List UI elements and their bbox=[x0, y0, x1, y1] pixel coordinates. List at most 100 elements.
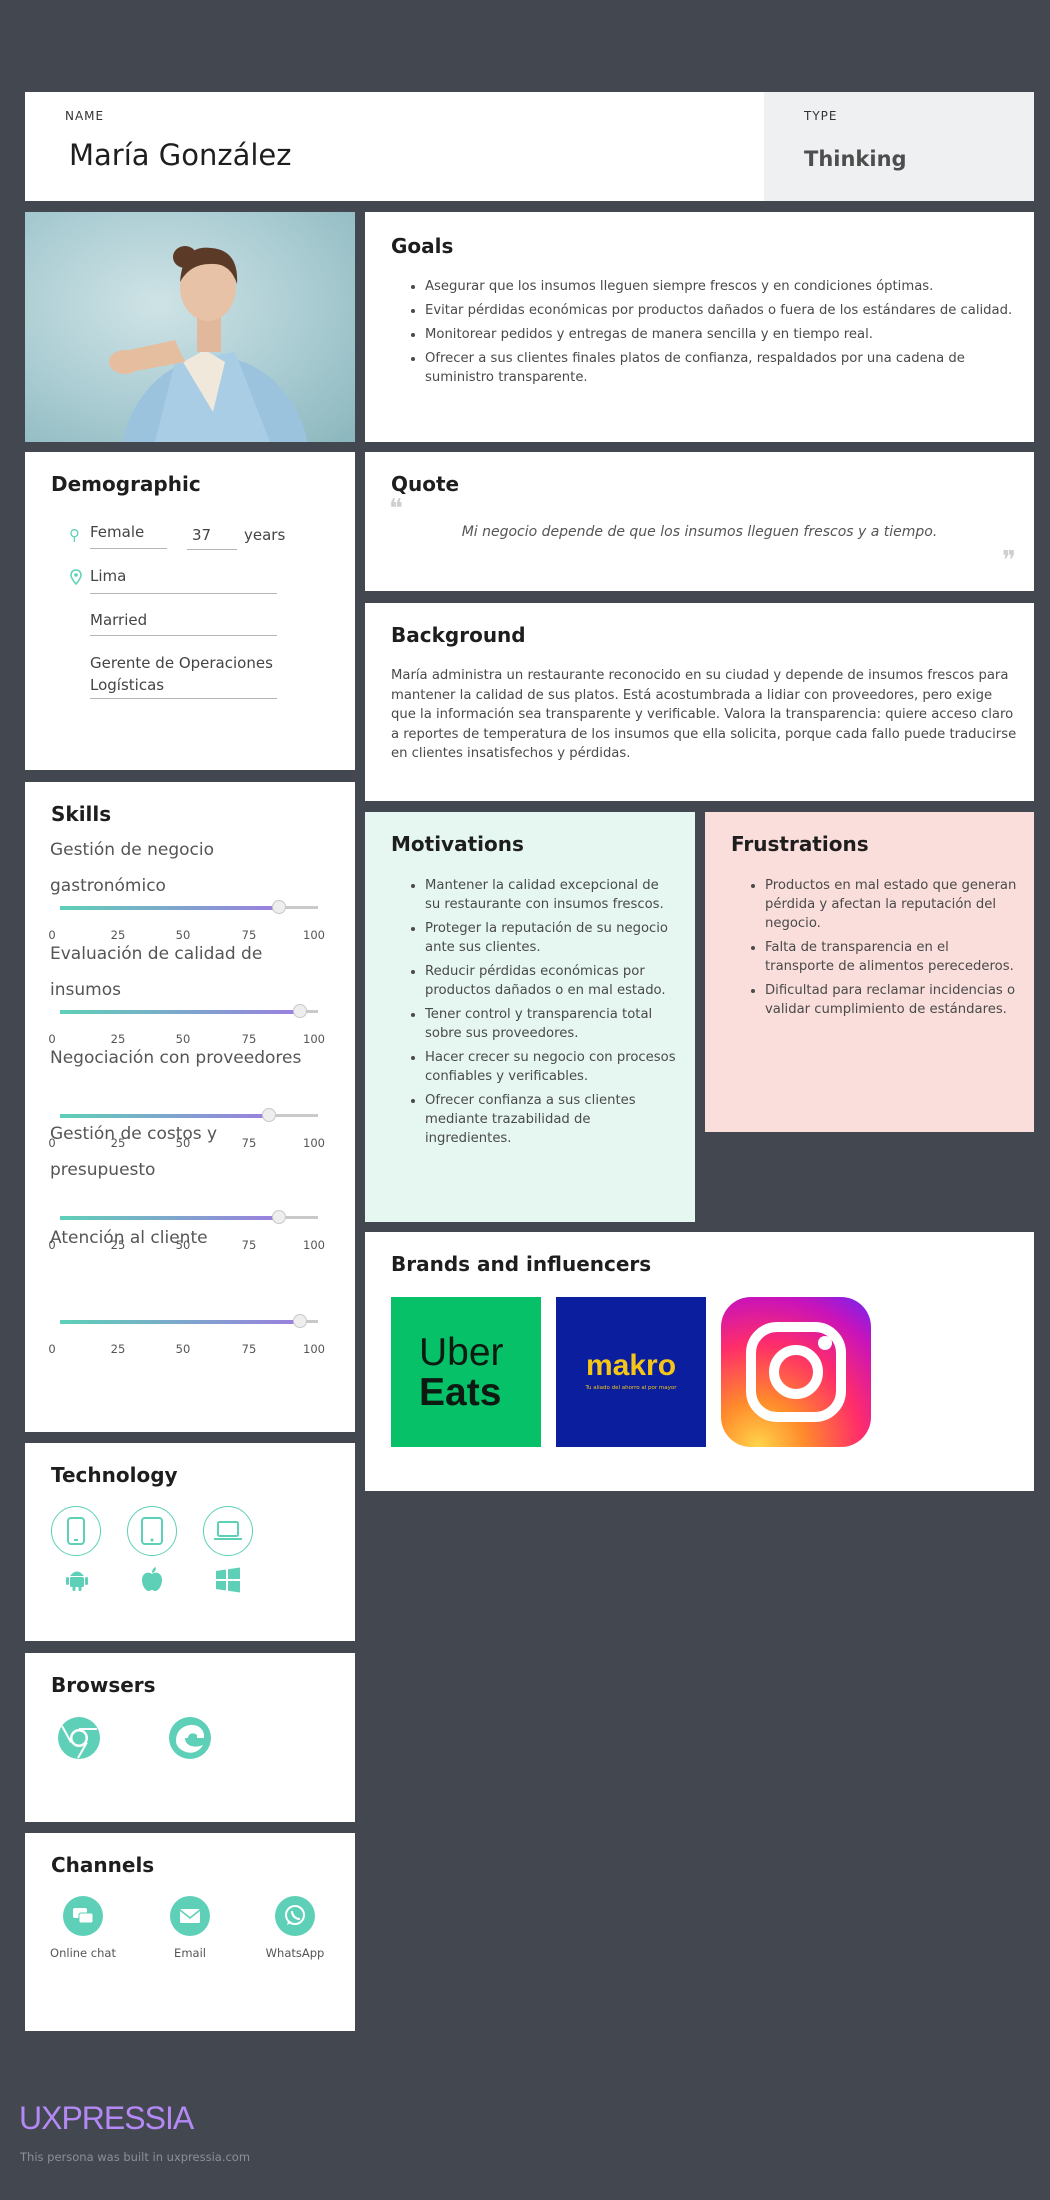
demographic-card: Demographic ⚲ Female 37 years Lima Marri… bbox=[25, 452, 355, 770]
whatsapp-channel[interactable]: WhatsApp bbox=[255, 1896, 335, 1960]
frustration-item: Falta de transparencia en el transporte … bbox=[765, 938, 1017, 976]
location-field[interactable]: Lima bbox=[90, 567, 126, 585]
skill-fill bbox=[60, 1215, 280, 1220]
online-chat-channel[interactable]: Online chat bbox=[43, 1896, 123, 1960]
age-unit: years bbox=[244, 526, 286, 544]
phone-icon[interactable] bbox=[51, 1506, 101, 1556]
channels-card: Channels Online chat Email WhatsApp bbox=[25, 1833, 355, 2031]
skill-label: Evaluación de calidad de insumos bbox=[50, 944, 263, 1000]
tick-label: 75 bbox=[241, 1342, 257, 1356]
motivation-item: Proteger la reputación de su negocio ant… bbox=[425, 919, 677, 957]
skill-item: Atención al cliente 0 25 50 75 100 bbox=[48, 1220, 350, 1360]
frustration-item: Dificultad para reclamar incidencias o v… bbox=[765, 981, 1017, 1019]
age-field[interactable]: 37 bbox=[192, 526, 211, 544]
age-underline bbox=[187, 549, 237, 550]
quote-title: Quote bbox=[391, 472, 460, 496]
status-underline bbox=[90, 635, 277, 636]
uber-eats-line1: Uber bbox=[419, 1331, 504, 1374]
channel-label: Email bbox=[174, 1946, 206, 1960]
tick-label: 50 bbox=[175, 1342, 191, 1356]
gender-icon: ⚲ bbox=[69, 526, 80, 544]
goals-title: Goals bbox=[391, 234, 454, 258]
motivations-card: Motivations Mantener la calidad excepcio… bbox=[365, 812, 695, 1222]
goal-item: Ofrecer a sus clientes finales platos de… bbox=[425, 349, 1021, 387]
skill-label: Negociación con proveedores bbox=[50, 1048, 302, 1068]
tick-label: 100 bbox=[303, 1342, 325, 1356]
motivations-title: Motivations bbox=[391, 832, 524, 856]
chat-icon bbox=[63, 1896, 103, 1936]
skill-slider-handle[interactable] bbox=[292, 1314, 307, 1328]
gender-underline bbox=[90, 548, 167, 549]
quote-text: Mi negocio depende de que los insumos ll… bbox=[461, 524, 938, 540]
goal-item: Asegurar que los insumos lleguen siempre… bbox=[425, 277, 1021, 296]
tick-label: 0 bbox=[48, 1342, 56, 1356]
laptop-icon[interactable] bbox=[203, 1506, 253, 1556]
channels-title: Channels bbox=[51, 1853, 155, 1877]
instagram-icon[interactable] bbox=[721, 1297, 871, 1447]
motivation-item: Ofrecer confianza a sus clientes mediant… bbox=[425, 1091, 677, 1148]
uber-eats-logo[interactable]: Uber Eats bbox=[391, 1297, 541, 1447]
android-icon[interactable] bbox=[64, 1566, 90, 1592]
brands-card: Brands and influencers Uber Eats makro T… bbox=[365, 1232, 1034, 1491]
type-panel: TYPE Thinking bbox=[764, 92, 1034, 201]
occupation-underline bbox=[90, 698, 277, 699]
skill-label: Gestión de negocio gastronómico bbox=[50, 840, 215, 896]
gender-field[interactable]: Female bbox=[90, 523, 144, 541]
skills-title: Skills bbox=[51, 802, 112, 826]
portrait-illustration bbox=[109, 246, 308, 442]
quote-card: Quote ❝ Mi negocio depende de que los in… bbox=[365, 452, 1034, 591]
motivation-item: Hacer crecer su negocio con procesos con… bbox=[425, 1048, 677, 1086]
goals-card: Goals Asegurar que los insumos lleguen s… bbox=[365, 212, 1034, 442]
name-label: NAME bbox=[65, 109, 105, 123]
skills-card: Skills Gestión de negocio gastronómico 0 2… bbox=[25, 782, 355, 1432]
background-text: María administra un restaurante reconoci… bbox=[391, 668, 1017, 761]
goals-list: Asegurar que los insumos lleguen siempre… bbox=[391, 277, 1021, 392]
edge-icon[interactable] bbox=[168, 1716, 212, 1760]
persona-type[interactable]: Thinking bbox=[804, 147, 907, 171]
skill-slider-handle[interactable] bbox=[292, 1004, 307, 1018]
windows-icon[interactable] bbox=[215, 1567, 241, 1593]
browsers-title: Browsers bbox=[51, 1673, 156, 1697]
background-title: Background bbox=[391, 623, 526, 647]
persona-photo bbox=[25, 212, 355, 442]
motivations-list: Mantener la calidad excepcional de su re… bbox=[391, 876, 677, 1153]
motivation-item: Tener control y transparencia total sobr… bbox=[425, 1005, 677, 1043]
skill-fill bbox=[60, 905, 280, 910]
uxpressia-logo[interactable]: UXPRESSIA bbox=[19, 2100, 194, 2137]
motivation-item: Reducir pérdidas económicas por producto… bbox=[425, 962, 677, 1000]
channel-label: WhatsApp bbox=[265, 1946, 325, 1960]
footer-note: This persona was built in uxpressia.com bbox=[20, 2150, 251, 2164]
skill-fill bbox=[60, 1009, 300, 1014]
makro-wordmark: makro bbox=[585, 1349, 677, 1382]
location-underline bbox=[90, 593, 277, 594]
skill-item: Evaluación de calidad de insumos 0 25 50 75 1… bbox=[48, 936, 350, 1050]
skill-label: Gestión de costos y presupuesto bbox=[50, 1124, 218, 1180]
location-pin-icon bbox=[70, 569, 82, 585]
apple-icon[interactable] bbox=[140, 1566, 164, 1592]
uber-eats-line2: Eats bbox=[419, 1371, 502, 1414]
brands-title: Brands and influencers bbox=[391, 1252, 652, 1276]
frustrations-card: Frustrations Productos en mal estado que… bbox=[705, 812, 1034, 1132]
occupation-field[interactable]: Gerente de Operaciones Logísticas bbox=[90, 652, 280, 696]
marital-status-field[interactable]: Married bbox=[90, 611, 147, 629]
skill-fill bbox=[60, 1319, 300, 1324]
demographic-title: Demographic bbox=[51, 472, 201, 496]
type-label: TYPE bbox=[804, 109, 838, 123]
channel-label: Online chat bbox=[50, 1946, 116, 1960]
goal-item: Monitorear pedidos y entregas de manera … bbox=[425, 325, 1021, 344]
open-quote-icon: ❝ bbox=[389, 494, 403, 524]
skill-item: Gestión de negocio gastronómico 0 25 50 75 10… bbox=[48, 832, 350, 946]
frustrations-list: Productos en mal estado que generan pérd… bbox=[731, 876, 1017, 1024]
background-card: Background María administra un restauran… bbox=[365, 603, 1034, 801]
persona-name[interactable]: María González bbox=[69, 138, 291, 172]
technology-title: Technology bbox=[51, 1463, 178, 1487]
chrome-icon[interactable] bbox=[57, 1716, 101, 1760]
email-channel[interactable]: Email bbox=[150, 1896, 230, 1960]
browsers-card: Browsers bbox=[25, 1653, 355, 1822]
tablet-icon[interactable] bbox=[127, 1506, 177, 1556]
skill-slider-handle[interactable] bbox=[272, 900, 287, 914]
motivation-item: Mantener la calidad excepcional de su re… bbox=[425, 876, 677, 914]
close-quote-icon: ❞ bbox=[1002, 546, 1016, 576]
frustrations-title: Frustrations bbox=[731, 832, 869, 856]
makro-logo[interactable]: makro Tu aliado del ahorro al por mayor bbox=[556, 1297, 706, 1447]
